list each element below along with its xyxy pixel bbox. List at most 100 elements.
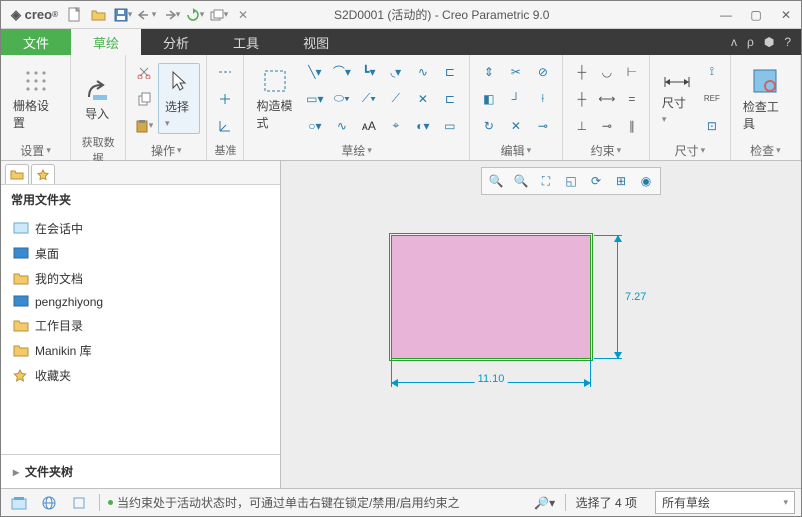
cut-icon[interactable]	[132, 60, 156, 84]
conic-icon[interactable]: ⟋▾	[356, 86, 382, 112]
spline-icon[interactable]: ∿	[410, 59, 436, 85]
copy-icon[interactable]	[132, 87, 156, 111]
regenerate-icon[interactable]: ▾	[184, 4, 206, 26]
folder-manikin[interactable]: Manikin 库	[1, 338, 280, 363]
save-icon[interactable]: ▾	[112, 4, 134, 26]
dimension-width[interactable]: 11.10	[391, 376, 591, 396]
delete-seg-icon[interactable]: ⊘	[530, 59, 556, 85]
undo-icon[interactable]: ▾	[136, 4, 158, 26]
status-model-icon[interactable]	[67, 491, 91, 515]
close-icon[interactable]: ✕	[775, 6, 797, 24]
construction-mode-button[interactable]: 构造模式	[250, 63, 299, 135]
select-button[interactable]: 选择 ▾	[158, 63, 200, 134]
sketch-view-icon[interactable]: ◉	[634, 170, 658, 192]
chevron-down-icon[interactable]: ▾	[46, 145, 51, 156]
circle-icon[interactable]: ○▾	[302, 113, 328, 139]
canvas[interactable]: 🔍 🔍 ⛶ ◱ ⟳ ⊞ ◉ 11.10 7.27	[281, 161, 801, 488]
chevron-down-icon[interactable]: ▾	[617, 145, 622, 156]
coincident-icon[interactable]: ⊸	[594, 113, 620, 139]
rotate-icon[interactable]: ↻	[476, 113, 502, 139]
tab-file[interactable]: 文件	[1, 29, 71, 55]
chevron-down-icon[interactable]: ▾	[527, 145, 532, 156]
paste-icon[interactable]: ▾	[132, 114, 156, 138]
tab-view[interactable]: 视图	[281, 29, 351, 55]
folder-user[interactable]: pengzhiyong	[1, 291, 280, 313]
import-button[interactable]: 导入	[77, 71, 117, 126]
grid-settings-button[interactable]: 栅格设置	[7, 63, 64, 135]
text-icon[interactable]: ᴀA	[356, 113, 382, 139]
windows-icon[interactable]: ▾	[208, 4, 230, 26]
baseline-dim-icon[interactable]: ⟟	[700, 60, 724, 84]
symmetric-icon[interactable]: ⟷	[594, 86, 620, 112]
folder-favorites[interactable]: 收藏夹	[1, 363, 280, 388]
modify-icon[interactable]: ⇕	[476, 59, 502, 85]
dimension-height[interactable]: 7.27	[611, 235, 631, 359]
horizontal-icon[interactable]: ┼	[569, 86, 595, 112]
csys-icon[interactable]: ⌖	[383, 113, 409, 139]
arc-icon[interactable]: ⌒▾	[329, 59, 355, 85]
favorites-tab[interactable]	[31, 164, 55, 184]
new-file-icon[interactable]	[64, 4, 86, 26]
search-help-icon[interactable]: ρ	[747, 35, 754, 49]
folder-desktop[interactable]: 桌面	[1, 241, 280, 266]
vertical-icon[interactable]: ┼	[569, 59, 595, 85]
tangent-icon[interactable]: ◡	[594, 59, 620, 85]
chamfer-icon[interactable]: ◟▾	[383, 59, 409, 85]
chevron-down-icon[interactable]: ▾	[701, 145, 706, 156]
collapse-ribbon-icon[interactable]: ʌ	[731, 35, 737, 49]
centerline-icon[interactable]	[213, 60, 237, 84]
refit-icon[interactable]: ◱	[559, 170, 583, 192]
scale-icon[interactable]: ✕	[503, 113, 529, 139]
tab-analysis[interactable]: 分析	[141, 29, 211, 55]
palette-icon[interactable]: ◐▾	[410, 113, 436, 139]
dimension-button[interactable]: 尺寸 ▾	[656, 68, 698, 129]
fillet-icon[interactable]: ┗▾	[356, 59, 382, 85]
find-icon[interactable]: 🔎▾	[533, 491, 557, 515]
extend-icon[interactable]: ⊸	[530, 113, 556, 139]
learning-icon[interactable]: ⬢	[764, 35, 774, 49]
zoom-in-icon[interactable]: 🔍	[484, 170, 508, 192]
midpoint-icon[interactable]: ⊢	[619, 59, 645, 85]
minimize-icon[interactable]: —	[715, 6, 737, 24]
maximize-icon[interactable]: ▢	[745, 6, 767, 24]
parallel-icon[interactable]: ∥	[619, 113, 645, 139]
sketch-rectangle[interactable]	[391, 235, 591, 359]
mirror-icon[interactable]: ◧	[476, 86, 502, 112]
thicken-icon[interactable]: ⊏	[437, 86, 463, 112]
coord-icon[interactable]	[213, 114, 237, 138]
status-web-icon[interactable]	[37, 491, 61, 515]
perpendicular-icon[interactable]: ⊥	[569, 113, 595, 139]
curve-icon[interactable]: ∿	[329, 113, 355, 139]
tab-sketch[interactable]: 草绘	[71, 29, 141, 55]
chevron-down-icon[interactable]: ▾	[177, 145, 182, 156]
status-msg-icon[interactable]	[7, 491, 31, 515]
perim-dim-icon[interactable]: ⊡	[700, 114, 724, 138]
help-icon[interactable]: ?	[784, 35, 791, 49]
divide-icon[interactable]: ⟊	[530, 86, 556, 112]
offset-icon[interactable]: ⊏	[437, 59, 463, 85]
folder-workdir[interactable]: 工作目录	[1, 313, 280, 338]
display-style-icon[interactable]: ⊞	[609, 170, 633, 192]
folder-in-session[interactable]: 在会话中	[1, 216, 280, 241]
redo-icon[interactable]: ▾	[160, 4, 182, 26]
ref-dim-icon[interactable]: REF	[700, 87, 724, 111]
folder-tree-header[interactable]: ▸ 文件夹树	[1, 454, 280, 488]
zoom-out-icon[interactable]: 🔍	[509, 170, 533, 192]
open-file-icon[interactable]	[88, 4, 110, 26]
inspect-button[interactable]: 检查工具	[737, 62, 794, 136]
ref-icon[interactable]: ⟋	[383, 86, 409, 112]
folder-documents[interactable]: 我的文档	[1, 266, 280, 291]
point-icon[interactable]	[213, 87, 237, 111]
close-window-icon[interactable]: ✕	[232, 4, 254, 26]
line-icon[interactable]: ╲▾	[302, 59, 328, 85]
zoom-fit-icon[interactable]: ⛶	[534, 170, 558, 192]
trim-icon[interactable]: ✂	[503, 59, 529, 85]
point2-icon[interactable]: ✕	[410, 86, 436, 112]
rectangle-icon[interactable]: ▭▾	[302, 86, 328, 112]
chevron-down-icon[interactable]: ▾	[776, 145, 781, 156]
project-icon[interactable]: ▭	[437, 113, 463, 139]
folder-tab[interactable]	[5, 164, 29, 184]
chevron-down-icon[interactable]: ▾	[367, 145, 372, 156]
tab-tools[interactable]: 工具	[211, 29, 281, 55]
selection-filter-combo[interactable]: 所有草绘 ▾	[655, 491, 795, 514]
